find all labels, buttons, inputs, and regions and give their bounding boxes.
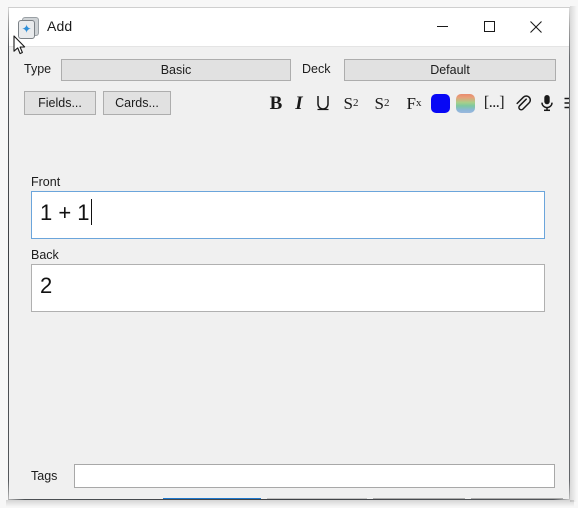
add-note-dialog: ✦ Add Type Basic Deck Default Fields... … (9, 8, 569, 499)
subscript-base: S (374, 93, 384, 113)
maximize-button[interactable] (466, 8, 512, 45)
paperclip-icon (516, 95, 531, 111)
back-field-text: 2 (40, 273, 53, 298)
remove-formatting-mark: x (415, 96, 422, 109)
cards-button[interactable]: Cards... (103, 91, 171, 115)
dialog-body: Type Basic Deck Default Fields... Cards.… (9, 47, 569, 499)
attach-media-button[interactable] (511, 90, 533, 116)
cloze-deletion-button[interactable]: [...] (481, 90, 507, 116)
bold-button[interactable]: B (266, 90, 286, 116)
text-caret (90, 199, 92, 225)
dialog-button-row: Add History ▼ Close Help (9, 498, 569, 499)
microphone-icon (541, 95, 553, 112)
help-button[interactable]: Help (471, 498, 563, 499)
deck-chooser-button[interactable]: Default (344, 59, 556, 81)
close-button[interactable]: Close (373, 498, 465, 499)
window-shadow-right (570, 6, 577, 502)
close-window-button[interactable] (513, 8, 559, 45)
superscript-mark: 2 (352, 96, 359, 109)
remove-formatting-button[interactable]: Fx (401, 90, 427, 116)
front-field-text: 1 + 1 (40, 199, 92, 227)
fields-button[interactable]: Fields... (24, 91, 96, 115)
title-bar[interactable]: ✦ Add (9, 8, 569, 47)
color-picker-swatch-icon[interactable] (456, 94, 475, 113)
tags-row: Tags (9, 464, 569, 488)
notetype-deck-row: Type Basic Deck Default (9, 59, 569, 81)
close-icon (530, 20, 542, 33)
add-button[interactable]: Add (163, 498, 261, 499)
window-shadow-bottom (6, 500, 574, 507)
front-field-input[interactable]: 1 + 1 (31, 191, 545, 239)
history-button[interactable]: History ▼ (267, 498, 367, 499)
remove-formatting-base: F (406, 93, 416, 113)
formatting-tools: B I S2 S2 Fx [...] (261, 90, 569, 116)
window-title: Add (47, 18, 73, 34)
underline-button[interactable] (313, 90, 333, 116)
screen-root: ✦ Add Type Basic Deck Default Fields... … (0, 0, 578, 508)
text-color-swatch[interactable] (431, 94, 450, 113)
subscript-button[interactable]: S2 (369, 90, 395, 116)
more-options-button[interactable] (561, 90, 569, 116)
tags-label: Tags (31, 469, 58, 483)
anki-add-card-icon: ✦ (18, 17, 39, 39)
back-field-label: Back (31, 248, 59, 262)
minimize-button[interactable] (419, 8, 465, 45)
back-field-input[interactable]: 2 (31, 264, 545, 312)
superscript-base: S (343, 93, 353, 113)
editor-toolbar: Fields... Cards... B I S2 S 2 F x [...] (9, 91, 569, 117)
tags-input[interactable] (74, 464, 555, 488)
front-field-value: 1 + 1 (40, 200, 90, 225)
notetype-chooser-button[interactable]: Basic (61, 59, 291, 81)
hamburger-menu-icon (564, 97, 569, 109)
deck-label: Deck (302, 62, 331, 76)
superscript-button[interactable]: S2 (338, 90, 364, 116)
subscript-mark: 2 (383, 96, 390, 109)
front-field-label: Front (31, 175, 61, 189)
minimize-icon (436, 26, 448, 27)
italic-button[interactable]: I (292, 90, 306, 116)
type-label: Type (24, 62, 52, 76)
underline-icon (317, 96, 329, 111)
maximize-icon (483, 21, 495, 32)
record-audio-button[interactable] (537, 90, 557, 116)
